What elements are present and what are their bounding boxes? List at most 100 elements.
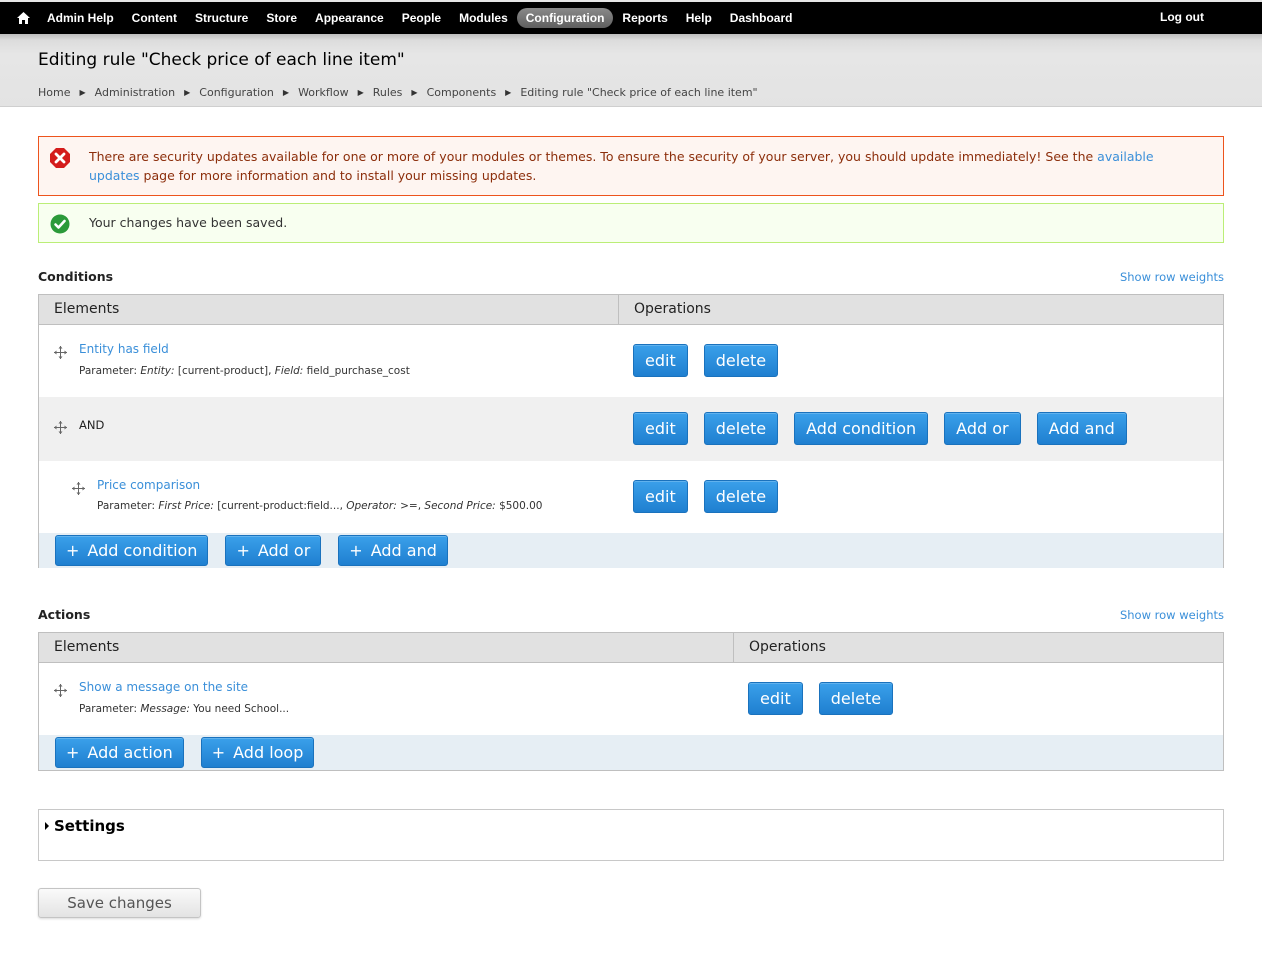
save-changes-button[interactable]: Save changes [38, 888, 201, 918]
breadcrumb-configuration[interactable]: Configuration [199, 86, 274, 99]
param-name: Operator: [346, 500, 397, 512]
breadcrumb-current[interactable]: Editing rule "Check price of each line i… [520, 86, 757, 99]
add-condition-button[interactable]: Add condition [794, 412, 929, 445]
toolbar-item-admin-help[interactable]: Admin Help [38, 8, 123, 28]
param-value: $500.00 [495, 500, 543, 512]
breadcrumb-components[interactable]: Components [427, 86, 497, 99]
param-value: You need School... [189, 703, 290, 715]
column-header-elements: Elements [54, 301, 120, 317]
action-parameters: Parameter: Message: You need School... [79, 703, 289, 715]
delete-button[interactable]: delete [703, 344, 779, 377]
breadcrumb-separator-icon: ▶ [282, 88, 290, 97]
add-or-button[interactable]: Add or [944, 412, 1021, 445]
conditions-add-row: + Add condition + Add or + Add and [39, 533, 1223, 568]
param-value: [current-product], [174, 365, 275, 377]
operations-cell: edit delete [633, 344, 779, 377]
add-loop-button[interactable]: + Add loop [200, 737, 315, 768]
error-text-after: page for more information and to install… [139, 168, 537, 183]
operations-cell: edit delete [633, 480, 779, 513]
toolbar-item-modules[interactable]: Modules [450, 8, 517, 28]
param-name: Field: [274, 365, 304, 377]
settings-fieldset: Settings [38, 809, 1224, 861]
home-icon[interactable] [17, 11, 33, 25]
param-label: Parameter: [79, 365, 137, 377]
breadcrumb-workflow[interactable]: Workflow [298, 86, 349, 99]
breadcrumb-separator-icon: ▶ [411, 88, 418, 97]
edit-button[interactable]: edit [633, 344, 688, 377]
error-message-text: There are security updates available for… [89, 147, 1207, 185]
button-label: Add loop [233, 743, 304, 762]
breadcrumb-separator-icon: ▶ [79, 88, 86, 97]
drag-handle-icon[interactable] [72, 480, 85, 495]
condition-entity-has-field-link[interactable]: Entity has field [79, 342, 169, 356]
plus-icon: + [236, 541, 250, 560]
error-message: There are security updates available for… [38, 136, 1224, 196]
add-or-button[interactable]: + Add or [225, 535, 322, 566]
toolbar-item-help[interactable]: Help [677, 8, 721, 28]
breadcrumb-rules[interactable]: Rules [373, 86, 403, 99]
plus-icon: + [66, 541, 80, 560]
add-action-button[interactable]: + Add action [55, 737, 184, 768]
condition-price-comparison-link[interactable]: Price comparison [97, 478, 200, 492]
param-label: Parameter: [97, 500, 155, 512]
param-value: [current-product:field..., [213, 500, 347, 512]
column-header-operations: Operations [618, 295, 711, 324]
delete-button[interactable]: delete [818, 682, 894, 715]
table-header: Elements Operations [39, 295, 1223, 325]
admin-toolbar: Admin Help Content Structure Store Appea… [0, 0, 1262, 34]
drag-handle-icon[interactable] [54, 682, 67, 697]
condition-and-label: AND [79, 418, 105, 432]
table-row: Entity has field Parameter: Entity: [cur… [39, 325, 1223, 397]
add-and-button[interactable]: + Add and [338, 535, 448, 566]
edit-button[interactable]: edit [633, 480, 688, 513]
toolbar-item-appearance[interactable]: Appearance [306, 8, 393, 28]
action-show-message-link[interactable]: Show a message on the site [79, 680, 248, 694]
drag-handle-icon[interactable] [54, 419, 67, 434]
button-label: Add or [257, 541, 311, 560]
breadcrumb-administration[interactable]: Administration [95, 86, 176, 99]
conditions-heading: Conditions [38, 269, 114, 284]
status-message-text: Your changes have been saved. [89, 215, 288, 230]
button-label: Add and [370, 541, 437, 560]
conditions-show-row-weights[interactable]: Show row weights [1120, 270, 1224, 284]
toolbar-item-store[interactable]: Store [257, 8, 306, 28]
conditions-table: Elements Operations Entity has field Par… [38, 294, 1224, 568]
column-header-operations: Operations [733, 633, 826, 662]
edit-button[interactable]: edit [748, 682, 803, 715]
toolbar-item-people[interactable]: People [393, 8, 450, 28]
drag-handle-icon[interactable] [54, 344, 67, 359]
settings-toggle[interactable]: Settings [45, 817, 125, 835]
button-label: Add condition [87, 541, 198, 560]
delete-button[interactable]: delete [703, 480, 779, 513]
breadcrumb-separator-icon: ▶ [184, 88, 191, 97]
plus-icon: + [211, 743, 226, 762]
param-value: field_purchase_cost [303, 365, 410, 377]
plus-icon: + [349, 541, 363, 560]
actions-show-row-weights[interactable]: Show row weights [1120, 608, 1224, 622]
toolbar-item-dashboard[interactable]: Dashboard [721, 8, 802, 28]
breadcrumb-separator-icon: ▶ [505, 88, 512, 97]
delete-button[interactable]: delete [703, 412, 779, 445]
column-header-elements: Elements [54, 639, 120, 655]
plus-icon: + [66, 743, 80, 762]
breadcrumb-home[interactable]: Home [38, 86, 70, 99]
add-condition-button[interactable]: + Add condition [55, 535, 209, 566]
logout-link[interactable]: Log out [1160, 10, 1204, 24]
operations-cell: edit delete [748, 682, 894, 715]
operations-cell: edit delete Add condition Add or Add and [633, 412, 1127, 445]
param-name: First Price: [158, 500, 214, 512]
toolbar-item-configuration[interactable]: Configuration [516, 8, 614, 28]
param-value: >=, [396, 500, 425, 512]
toolbar-item-content[interactable]: Content [123, 8, 186, 28]
error-icon [50, 148, 70, 168]
breadcrumb: Home ▶ Administration ▶ Configuration ▶ … [38, 86, 758, 99]
breadcrumb-separator-icon: ▶ [357, 88, 364, 97]
table-row: AND edit delete Add condition Add or Add… [39, 397, 1223, 461]
toolbar-item-reports[interactable]: Reports [613, 8, 676, 28]
status-message: Your changes have been saved. [38, 203, 1224, 243]
add-and-button[interactable]: Add and [1036, 412, 1127, 445]
edit-button[interactable]: edit [633, 412, 688, 445]
toolbar-item-structure[interactable]: Structure [186, 8, 257, 28]
actions-add-row: + Add action + Add loop [39, 735, 1223, 770]
table-row: Price comparison Parameter: First Price:… [39, 461, 1223, 533]
